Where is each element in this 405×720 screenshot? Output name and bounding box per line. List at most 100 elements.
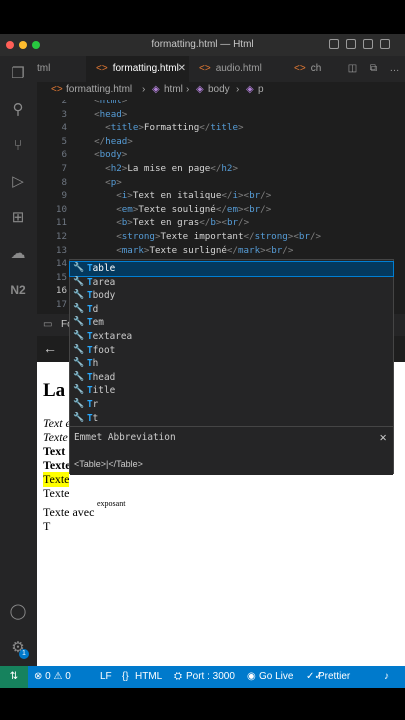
suggestion-label: Textarea [87,330,132,344]
language-indicator[interactable]: HTML [135,666,162,688]
toggle-panel-icon[interactable] [346,39,356,49]
breadcrumb-file[interactable]: formatting.html [66,82,132,98]
back-arrow-icon[interactable]: ← [43,340,57,356]
detail-close-icon[interactable]: ✕ [379,432,387,444]
breadcrumb-html[interactable]: html [164,82,183,98]
breadcrumb-separator: › [186,84,190,95]
suggestion-rest: able [92,263,116,274]
wrench-icon: 🔧 [73,263,85,273]
wrench-icon: 🔧 [73,371,85,382]
code-text: <em>Texte souligné</em><br/> [116,203,272,215]
html-file-icon: <> [51,84,63,95]
window-title: formatting.html — Html [151,39,254,50]
tab-audio[interactable]: <> audio.html [189,56,279,82]
line-number: 4 [61,122,67,134]
wrench-icon: 🔧 [73,317,85,328]
suggestion-item[interactable]: 🔧 Title [70,384,393,398]
breadcrumb-separator: › [236,84,240,95]
suggestion-item[interactable]: 🔧 Thead [70,371,393,385]
remote-indicator[interactable]: ⇅ [0,666,28,688]
extensions-icon[interactable]: ⊞ [8,208,28,228]
breadcrumb-body[interactable]: body [208,82,230,98]
more-actions-icon[interactable]: … [384,56,405,82]
line-number: 11 [55,217,67,229]
port-indicator[interactable]: Port : 3000 [186,666,235,688]
breadcrumb-separator: › [142,84,146,95]
suggestion-rest: d [92,303,99,315]
preview-superscript: exposant [97,499,126,508]
suggestion-item[interactable]: 🔧 Td [70,303,393,317]
suggestion-item[interactable]: 🔧 Tt [70,412,393,426]
language-braces-icon: {} [122,671,129,682]
suggestion-label: Table [87,262,115,276]
eol-indicator[interactable]: LF [100,666,112,688]
suggestion-item[interactable]: 🔧 Th [70,357,393,371]
suggestion-item[interactable]: 🔧 Table [69,261,394,277]
suggestion-rest: foot [92,344,116,356]
n2-extension-icon[interactable]: N2 [8,280,28,300]
suggestion-rest: extarea [92,331,133,342]
breadcrumb: <> formatting.html › ◈ html › ◈ body › ◈… [37,82,405,100]
line-number: 10 [55,203,67,215]
wrench-icon: 🔧 [73,412,85,423]
html-file-icon: <> [96,63,108,74]
suggestion-label: Th [87,357,98,371]
suggestion-label: Tarea [87,276,115,290]
code-text: <p> [105,176,122,188]
preview-sup-line: Texte avec [43,505,95,519]
tab-formatting[interactable]: <> formatting.html ✕ [86,56,189,82]
suggestion-label: Tt [87,412,98,426]
title-bar: formatting.html — Html [0,34,405,56]
detail-title: Emmet Abbreviation [74,432,176,443]
suggestion-item[interactable]: 🔧 Tem [70,316,393,330]
breadcrumb-p[interactable]: p [258,82,264,98]
suggestion-label: Title [87,384,115,398]
suggestion-rest: em [92,317,104,329]
go-live-icon: ◉ [247,671,256,682]
notifications-bell-icon[interactable]: ♪ [384,666,389,688]
docker-icon[interactable]: ☁ [8,244,28,264]
code-text: <html> [94,100,128,106]
suggestion-detail: Emmet Abbreviation ✕ <Table>|</Table> [70,426,393,475]
suggestion-rest: r [92,399,99,410]
settings-gear-icon[interactable]: ⚙ 1 [8,638,29,659]
line-number: 13 [55,244,67,256]
open-preview-icon[interactable]: ⧉ [363,56,384,82]
suggestion-item[interactable]: 🔧 Tr [70,398,393,412]
activity-bar: ❐ ⚲ ⑂ ▷ ⊞ ☁ N2 ◯ ⚙ 1 [0,56,37,666]
account-icon[interactable]: ◯ [8,602,28,622]
code-text: <mark>Texte surligné</mark><br/> [116,244,294,256]
preview-sub-line: Texte [43,486,70,500]
tab-ch[interactable]: <> ch [292,56,342,82]
toggle-sidebar-icon[interactable] [329,39,339,49]
go-live-button[interactable]: Go Live [259,666,293,688]
split-editor-icon[interactable]: ◫ [342,56,363,82]
suggestion-item[interactable]: 🔧 Tbody [70,289,393,303]
close-tab-icon[interactable]: ✕ [178,56,186,82]
suggestion-item[interactable]: 🔧 Tfoot [70,344,393,358]
code-text: <h2>La mise en page</h2> [105,163,238,174]
search-icon[interactable]: ⚲ [8,100,28,120]
source-control-icon[interactable]: ⑂ [8,136,28,156]
line-number: 8 [61,176,67,188]
line-number: 16 [55,285,67,297]
tab-html[interactable]: tml [37,56,86,82]
toggle-secondary-sidebar-icon[interactable] [363,39,373,49]
suggestion-item[interactable]: 🔧 Textarea [70,330,393,344]
code-text: <b>Text en gras</b><br/> [116,217,250,229]
problems-indicator[interactable]: ⊗ 0 ⚠ 0 [34,666,71,688]
preview-tab-icon: ▭ [43,319,53,330]
preview-strong-line: Texte [43,458,71,472]
prettier-button[interactable]: Prettier [318,666,350,688]
line-number: 2 [61,100,67,106]
port-icon: ⛭ [174,671,182,682]
code-text: <head> [94,108,128,120]
suggestion-item[interactable]: 🔧 Tarea [70,276,393,290]
line-number: 9 [61,190,67,202]
line-number: 12 [55,231,67,242]
customize-layout-icon[interactable] [380,39,390,49]
suggestion-label: Tbody [87,289,115,303]
explorer-icon[interactable]: ❐ [8,64,28,84]
run-debug-icon[interactable]: ▷ [8,172,28,192]
preview-t-line: T [43,519,51,533]
